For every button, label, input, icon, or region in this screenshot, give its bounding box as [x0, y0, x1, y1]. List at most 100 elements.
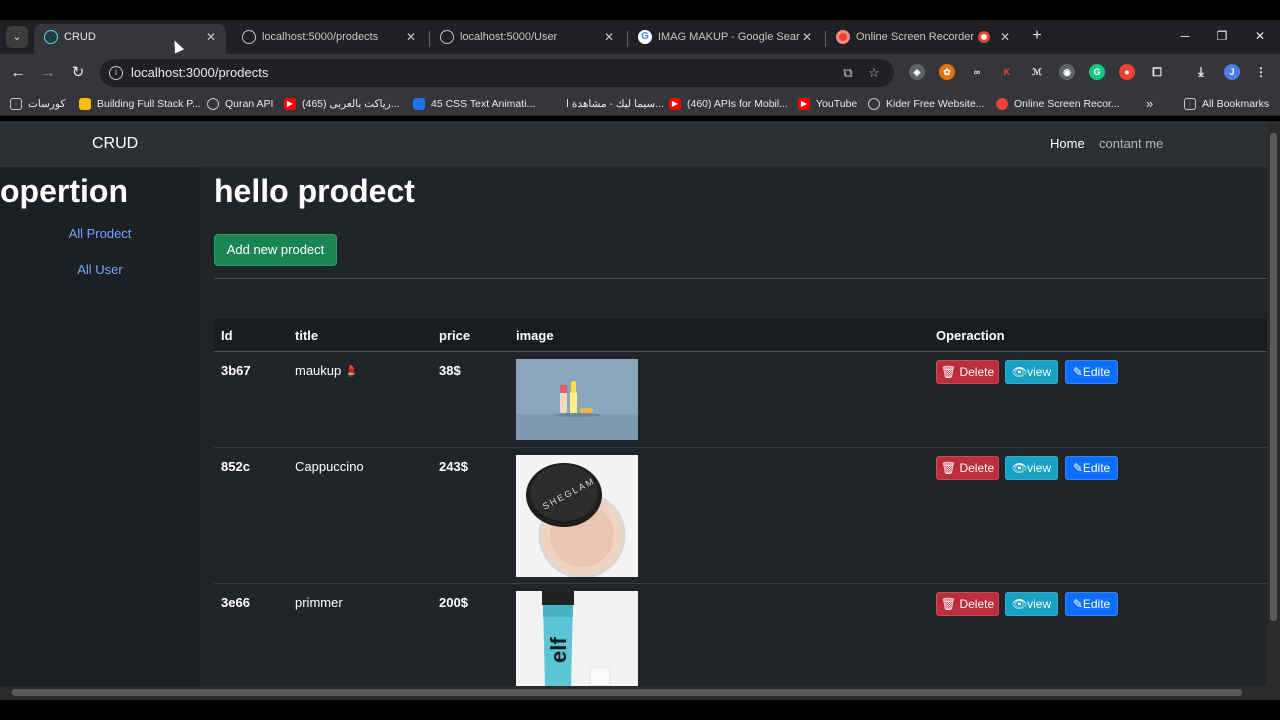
lipstick-emoji-icon: 💄	[344, 366, 359, 378]
products-table: Id title price image Operaction 3b67 mau…	[214, 319, 1267, 686]
menu-kebab-icon[interactable]: ⋮	[1253, 64, 1269, 80]
bookmark-item[interactable]: ▶ (460) APIs for Mobil...	[669, 92, 788, 116]
sidebar-title: opertion	[0, 173, 128, 209]
delete-button[interactable]: 🗑 Delete	[936, 592, 999, 616]
header-title: title	[295, 328, 319, 343]
youtube-icon: ▶	[669, 98, 681, 110]
close-icon[interactable]: ✕	[602, 24, 616, 50]
tab-localhost-prodects[interactable]: localhost:5000/prodects ✕	[232, 24, 426, 54]
edit-label: Edite	[1082, 365, 1111, 379]
all-bookmarks-label: All Bookmarks	[1202, 98, 1270, 110]
shield-extension-icon[interactable]: ◈	[909, 64, 925, 80]
delete-label: Delete	[959, 597, 995, 611]
bookmark-item[interactable]: Quran API	[207, 92, 273, 116]
vertical-scrollbar[interactable]	[1267, 121, 1280, 686]
bookmark-item[interactable]: سيما ليك - مشاهدة ا...	[548, 92, 664, 116]
horizontal-scrollbar[interactable]	[0, 686, 1280, 700]
extension-icon[interactable]: ●	[1119, 64, 1135, 80]
pencil-icon: ✎	[1072, 461, 1083, 475]
tab-screen-recorder[interactable]: Online Screen Recorder ✕	[826, 24, 1020, 54]
navbar-brand[interactable]: CRUD	[92, 121, 138, 167]
new-tab-button[interactable]: +	[1028, 26, 1046, 46]
lipstick-product-photo	[516, 359, 638, 440]
extension-icon[interactable]: ∞	[969, 64, 985, 80]
site-info-icon[interactable]: i	[109, 66, 123, 80]
react-icon	[44, 30, 58, 44]
delete-button[interactable]: 🗑 Delete	[936, 456, 999, 480]
reload-icon[interactable]: ↻	[68, 63, 88, 83]
bookmark-item[interactable]: كورسات	[10, 92, 65, 116]
tab-crud[interactable]: CRUD ✕	[34, 24, 226, 54]
more-bookmarks-chevron-icon[interactable]: »	[1146, 92, 1153, 116]
close-icon[interactable]: ✕	[204, 24, 218, 50]
svg-text:elf: elf	[546, 637, 571, 663]
bookmark-label: (460) APIs for Mobil...	[687, 98, 788, 110]
url-text[interactable]: localhost:3000/prodects	[131, 59, 268, 87]
view-label: view	[1027, 597, 1052, 611]
extension-icon[interactable]: ✿	[939, 64, 955, 80]
trash-icon: 🗑	[940, 461, 957, 475]
product-image	[516, 359, 638, 440]
bookmark-star-icon[interactable]: ☆	[866, 65, 882, 81]
view-button[interactable]: 👁view	[1005, 456, 1058, 480]
bookmark-item[interactable]: ▶ YouTube	[798, 92, 857, 116]
bookmark-item[interactable]: ▶ (465) رياكت بالعربى...	[284, 92, 399, 116]
tab-search-button[interactable]: ⌄	[6, 26, 28, 48]
cell-title: primmer	[295, 595, 343, 610]
delete-button[interactable]: 🗑 Delete	[936, 360, 999, 384]
view-button[interactable]: 👁view	[1005, 592, 1058, 616]
elf-primer-photo: elf	[516, 591, 638, 686]
cell-price: 200$	[439, 595, 468, 610]
edit-button[interactable]: ✎Edite	[1065, 360, 1118, 384]
table-header: Id title price image Operaction	[214, 319, 1267, 352]
close-icon[interactable]: ✕	[404, 24, 418, 50]
product-image: elf	[516, 591, 638, 686]
scrollbar-thumb[interactable]	[12, 689, 1242, 696]
scrollbar-thumb[interactable]	[1270, 133, 1277, 621]
all-bookmarks-button[interactable]: All Bookmarks	[1184, 92, 1269, 116]
address-bar[interactable]: i localhost:3000/prodects ⧉ ☆	[100, 59, 894, 87]
close-icon[interactable]: ✕	[800, 24, 814, 50]
close-icon[interactable]: ✕	[998, 24, 1012, 50]
bookmark-label: (465) رياكت بالعربى...	[302, 98, 400, 110]
cell-price: 243$	[439, 459, 468, 474]
edit-button[interactable]: ✎Edite	[1065, 592, 1118, 616]
tab-google-search[interactable]: G IMAG MAKUP - Google Search ✕	[628, 24, 822, 54]
globe-icon	[440, 30, 454, 44]
profile-avatar[interactable]: J	[1224, 64, 1240, 80]
bookmark-item[interactable]: Online Screen Recor...	[996, 92, 1120, 116]
tab-title: localhost:5000/prodects	[262, 31, 379, 43]
google-icon: G	[638, 30, 652, 44]
browser-tab-strip: ⌄ CRUD ✕ localhost:5000/prodects ✕ local…	[0, 20, 1280, 54]
minimize-icon[interactable]: ─	[1175, 26, 1195, 46]
sidebar-link-all-user[interactable]: All User	[0, 262, 200, 277]
extension-icon[interactable]: K	[999, 64, 1015, 80]
extensions-puzzle-icon[interactable]: ⧠	[1149, 64, 1165, 80]
nav-link-home[interactable]: Home	[1050, 121, 1085, 167]
install-app-icon[interactable]: ⧉	[840, 65, 856, 81]
table-row: 852c Cappuccino 243$ SHEGLAM 🗑 Delete 👁v…	[214, 448, 1267, 584]
grammarly-icon[interactable]: G	[1089, 64, 1105, 80]
bookmark-item[interactable]: Building Full Stack P...	[79, 92, 201, 116]
extension-icon[interactable]: ℳ	[1029, 64, 1045, 80]
bookmark-item[interactable]: 45 CSS Text Animati...	[413, 92, 535, 116]
site-icon	[413, 98, 425, 110]
camera-extension-icon[interactable]: ◉	[1059, 64, 1075, 80]
eye-icon: 👁	[1011, 597, 1028, 611]
add-new-product-button[interactable]: Add new prodect	[214, 234, 337, 266]
restore-icon[interactable]: ❐	[1212, 26, 1232, 46]
bookmark-label: Online Screen Recor...	[1014, 98, 1120, 110]
sidebar-link-all-prodect[interactable]: All Prodect	[0, 226, 200, 241]
forward-icon[interactable]: →	[38, 63, 58, 83]
bookmark-item[interactable]: Kider Free Website...	[868, 92, 984, 116]
site-icon	[548, 98, 560, 110]
view-button[interactable]: 👁view	[1005, 360, 1058, 384]
back-icon[interactable]: ←	[8, 63, 28, 83]
page-viewport: CRUD Home contant me opertion All Prodec…	[0, 121, 1267, 686]
download-icon[interactable]: ⤓	[1193, 64, 1209, 80]
bookmark-label: Kider Free Website...	[886, 98, 985, 110]
window-close-icon[interactable]: ✕	[1250, 26, 1270, 46]
edit-button[interactable]: ✎Edite	[1065, 456, 1118, 480]
tab-localhost-user[interactable]: localhost:5000/User ✕	[430, 24, 624, 54]
nav-link-contact[interactable]: contant me	[1099, 121, 1163, 167]
